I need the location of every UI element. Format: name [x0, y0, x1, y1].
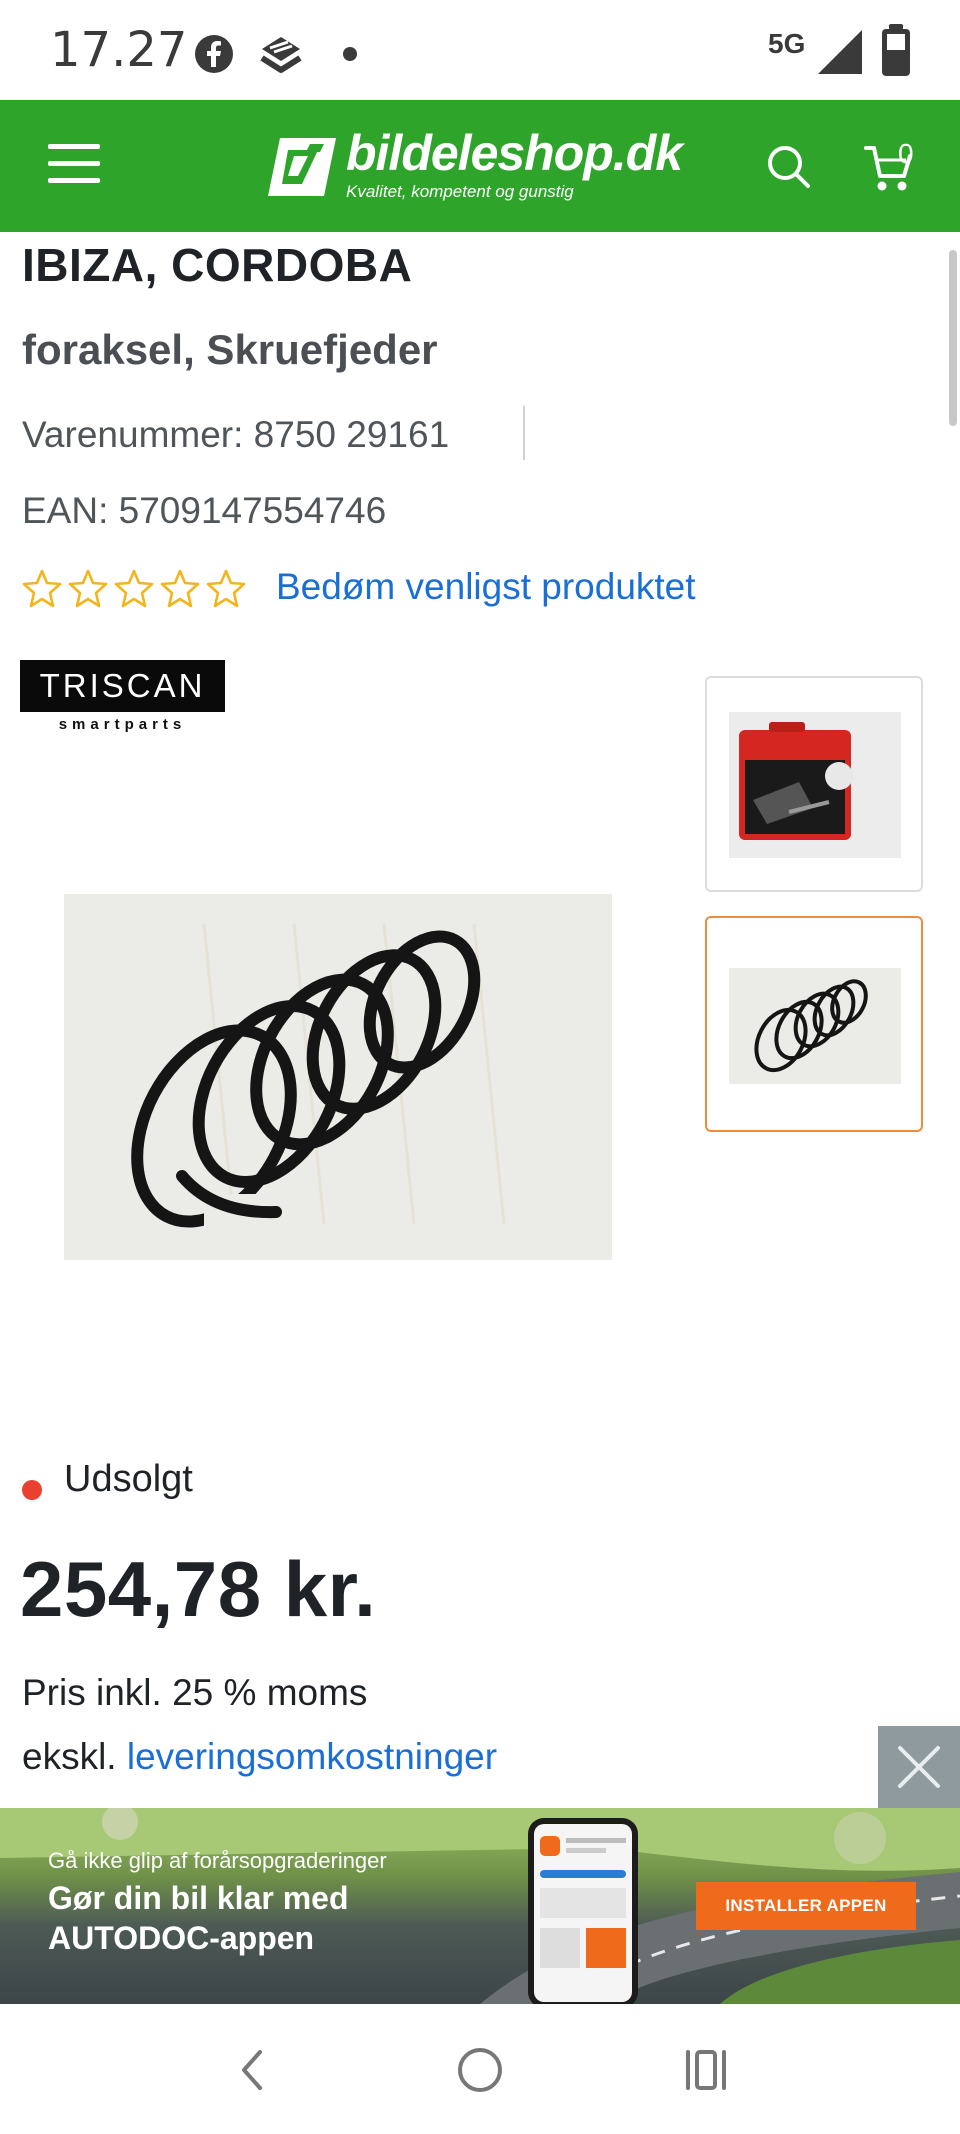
product-title: IBIZA, CORDOBA	[22, 239, 413, 291]
main-product-image[interactable]	[64, 894, 612, 1260]
facebook-icon	[195, 35, 233, 73]
tool-case-image	[729, 712, 901, 858]
hamburger-menu-icon[interactable]	[48, 144, 102, 188]
search-icon[interactable]	[764, 142, 814, 192]
logo-text: bildeleshop.dk	[346, 125, 683, 181]
network-type: 5G	[768, 28, 806, 59]
product-price: 254,78 kr.	[20, 1545, 377, 1633]
close-icon	[898, 1746, 940, 1788]
app-phone-image	[528, 1818, 638, 2004]
product-subtitle: foraksel, Skruefjeder	[22, 326, 438, 373]
ad-headline-2: AUTODOC-appen	[48, 1920, 315, 1956]
star-icon[interactable]	[206, 568, 246, 608]
out-of-stock-indicator	[22, 1480, 42, 1500]
delivery-note: ekskl. leveringsomkostninger	[22, 1736, 497, 1778]
star-icon[interactable]	[160, 568, 200, 608]
status-bar: 17.27 5G	[0, 0, 960, 100]
price-vat-note: Pris inkl. 25 % moms	[22, 1672, 368, 1713]
rating-stars[interactable]	[22, 568, 246, 612]
ad-close-button[interactable]	[878, 1726, 960, 1808]
cart-count-badge: 0	[898, 138, 914, 169]
coil-spring-thumb	[729, 968, 901, 1084]
system-nav-bar	[0, 2004, 960, 2134]
recent-apps-icon[interactable]	[676, 2040, 736, 2100]
home-icon[interactable]	[450, 2040, 510, 2100]
brand-name: TRISCAN	[20, 660, 225, 712]
notification-dot-icon	[343, 47, 357, 61]
item-number: Varenummer: 8750 29161	[22, 414, 450, 455]
brand-subtext: smartparts	[58, 716, 187, 733]
thumbnail-coil-spring[interactable]	[705, 916, 923, 1132]
coil-spring-image	[64, 894, 612, 1260]
star-icon[interactable]	[22, 568, 62, 608]
logo-tagline: Kvalitet, kompetent og gunstig	[346, 182, 574, 201]
ad-headline-1: Gør din bil klar med	[48, 1880, 349, 1916]
install-app-button[interactable]: INSTALLER APPEN	[696, 1882, 916, 1930]
scrollbar-thumb[interactable]	[949, 250, 957, 426]
signal-icon	[818, 30, 862, 74]
site-logo[interactable]: bildeleshop.dk Kvalitet, kompetent og gu…	[266, 125, 706, 210]
star-icon[interactable]	[68, 568, 108, 608]
status-time: 17.27	[50, 22, 188, 78]
thumbnail-tool-case[interactable]	[705, 676, 923, 892]
back-icon[interactable]	[222, 2040, 282, 2100]
battery-icon	[882, 24, 910, 76]
star-icon[interactable]	[114, 568, 154, 608]
meta-divider	[523, 406, 525, 460]
autodoc-ad-banner[interactable]: Gå ikke glip af forårsopgraderinger Gør …	[0, 1808, 960, 2004]
ad-kicker: Gå ikke glip af forårsopgraderinger	[48, 1848, 387, 1873]
layers-app-icon	[260, 37, 302, 73]
stock-status: Udsolgt	[64, 1458, 193, 1500]
brand-logo: TRISCAN smartparts	[20, 660, 225, 734]
logo-mark-icon	[268, 138, 336, 196]
delivery-costs-link[interactable]: leveringsomkostninger	[127, 1736, 497, 1777]
site-header: bildeleshop.dk Kvalitet, kompetent og gu…	[0, 100, 960, 232]
delivery-prefix: ekskl.	[22, 1736, 117, 1777]
rate-product-link[interactable]: Bedøm venligst produktet	[276, 566, 696, 608]
ean-number: EAN: 5709147554746	[22, 490, 387, 531]
